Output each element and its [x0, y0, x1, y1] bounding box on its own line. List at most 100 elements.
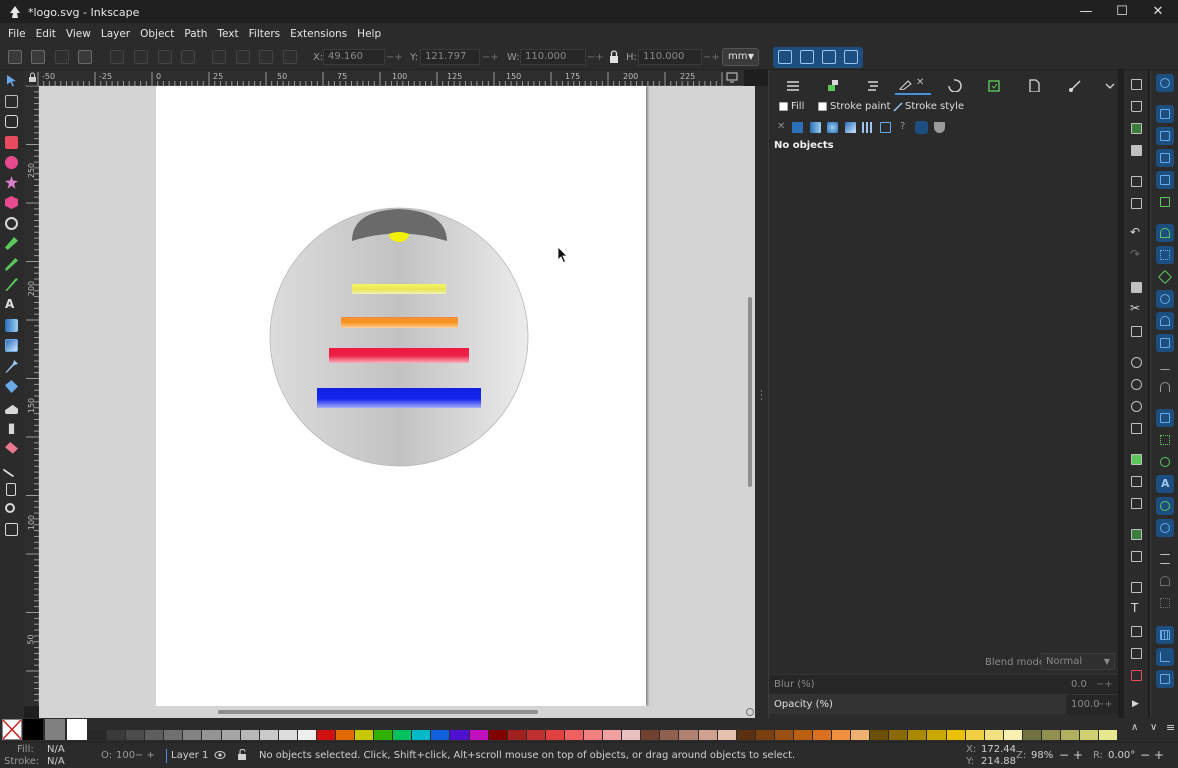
palette-swatch[interactable]: [622, 730, 641, 740]
print-icon[interactable]: [1131, 145, 1142, 156]
zoom-stepper[interactable]: − +: [1059, 748, 1083, 762]
stroke-paint-checkbox[interactable]: [818, 102, 827, 111]
touch-select-icon[interactable]: [78, 50, 92, 64]
logo-yellow-bar[interactable]: [352, 284, 446, 294]
blur-stepper[interactable]: −+: [1096, 679, 1113, 690]
palette-swatch[interactable]: [488, 730, 507, 740]
rotate-cw-icon[interactable]: [134, 50, 148, 64]
menu-layer[interactable]: Layer: [101, 28, 130, 40]
w-field[interactable]: 110.000: [520, 49, 586, 65]
pages-tool-icon[interactable]: [6, 483, 16, 496]
swatch-icon[interactable]: [880, 122, 891, 133]
palette-swatch[interactable]: [164, 730, 183, 740]
marker-icon[interactable]: [915, 121, 928, 134]
export-icon[interactable]: [1131, 198, 1142, 209]
palette-swatch[interactable]: [526, 730, 545, 740]
undo-icon[interactable]: ↶: [1130, 225, 1140, 239]
document-page[interactable]: [156, 86, 646, 706]
snap-page-border-icon[interactable]: [1156, 550, 1174, 568]
stroke-style-label[interactable]: Stroke style: [905, 101, 964, 112]
palette-swatch[interactable]: [469, 730, 488, 740]
flip-horizontal-icon[interactable]: [158, 50, 172, 64]
snap-nodes-icon[interactable]: [1156, 224, 1174, 242]
palette-swatch[interactable]: [259, 730, 278, 740]
snap-bbox-icon[interactable]: [1156, 105, 1174, 123]
menu-path[interactable]: Path: [184, 28, 207, 40]
x-field[interactable]: 49.160: [323, 49, 385, 65]
pen-tool-icon[interactable]: [5, 237, 18, 250]
canvas[interactable]: [39, 86, 743, 706]
palette-swatch[interactable]: [278, 730, 297, 740]
palette-swatch[interactable]: [1099, 730, 1118, 740]
fill-indicator-value[interactable]: N/A: [47, 744, 65, 755]
rotation-stepper[interactable]: − +: [1140, 748, 1164, 762]
zoom-tool-icon[interactable]: [5, 503, 15, 513]
zoom-page-width-icon[interactable]: [1131, 423, 1142, 434]
menu-object[interactable]: Object: [140, 28, 174, 40]
redo-icon[interactable]: ↷: [1130, 247, 1140, 261]
horizontal-ruler[interactable]: -50 -25 0 25 50 75 100 125 150 175 200 2…: [24, 70, 744, 86]
text-tool-icon[interactable]: A: [5, 297, 14, 311]
menu-help[interactable]: Help: [357, 28, 381, 40]
xml-dialog-icon[interactable]: [1131, 648, 1142, 659]
palette-swatch[interactable]: [965, 730, 984, 740]
star-tool-icon[interactable]: [5, 176, 18, 189]
rotate-ccw-icon[interactable]: [110, 50, 124, 64]
radial-gradient-icon[interactable]: [827, 122, 838, 133]
snap-midpoints-icon[interactable]: [1156, 334, 1174, 352]
palette-swatch[interactable]: [297, 730, 316, 740]
transform-tab-icon[interactable]: [946, 78, 962, 92]
snap-path-mask-icon[interactable]: [1156, 497, 1174, 515]
menu-view[interactable]: View: [66, 28, 91, 40]
vertical-scrollbar-thumb[interactable]: [748, 297, 752, 487]
palette-swatch[interactable]: [1022, 730, 1041, 740]
move-patterns-icon[interactable]: [844, 50, 858, 64]
palette-swatch[interactable]: [851, 730, 870, 740]
open-file-icon[interactable]: [1131, 101, 1142, 112]
palette-swatches[interactable]: [88, 730, 1118, 740]
menu-filters[interactable]: Filters: [249, 28, 280, 40]
close-tab-icon[interactable]: ✕: [916, 77, 924, 88]
stroke-paint-label[interactable]: Stroke paint: [830, 101, 891, 112]
fill-stroke-dialog-icon[interactable]: [1131, 582, 1142, 593]
palette-swatch[interactable]: [564, 730, 584, 740]
shape-builder-icon[interactable]: [5, 115, 18, 128]
eye-icon[interactable]: [214, 750, 226, 760]
menu-edit[interactable]: Edit: [36, 28, 56, 40]
blur-value[interactable]: 0.0: [1071, 679, 1087, 690]
palette-swatch[interactable]: [145, 730, 164, 740]
palette-swatch[interactable]: [393, 730, 412, 740]
gray-swatch[interactable]: [45, 719, 65, 740]
snap-intersections-icon[interactable]: [1156, 268, 1174, 286]
3d-box-tool-icon[interactable]: [5, 196, 18, 209]
text-dialog-icon[interactable]: T: [1131, 601, 1138, 615]
snap-bbox-edges-icon[interactable]: [1156, 127, 1174, 145]
cut-icon[interactable]: ✂: [1130, 301, 1140, 315]
export-tab-icon[interactable]: [986, 78, 1002, 92]
snap-smooth-nodes-icon[interactable]: [1156, 312, 1174, 330]
palette-swatch[interactable]: [221, 730, 240, 740]
snap-text-baseline-icon[interactable]: A: [1156, 475, 1174, 493]
drag-handle-icon[interactable]: · · ·: [760, 388, 763, 405]
x-stepper[interactable]: −+: [386, 52, 403, 63]
logo-circle[interactable]: [269, 207, 529, 467]
ellipse-tool-icon[interactable]: [5, 156, 18, 169]
lock-icon[interactable]: [608, 50, 620, 64]
palette-swatch[interactable]: [1080, 730, 1099, 740]
palette-swatch[interactable]: [755, 730, 774, 740]
pencil-tool-icon[interactable]: [5, 258, 18, 271]
snap-perpendicular-icon[interactable]: [1156, 356, 1174, 374]
paint-bucket-tool-icon[interactable]: [5, 380, 18, 393]
snap-object-centers-icon[interactable]: [1156, 431, 1174, 449]
rotation-value[interactable]: 0.00°: [1108, 750, 1135, 761]
fill-label[interactable]: Fill: [791, 101, 804, 112]
snap-bbox-corners-icon[interactable]: [1156, 149, 1174, 167]
palette-swatch[interactable]: [679, 730, 698, 740]
palette-swatch[interactable]: [1003, 730, 1022, 740]
zoom-page-icon[interactable]: [1131, 401, 1142, 412]
fill-checkbox[interactable]: [779, 102, 788, 111]
zoom-selection-icon[interactable]: [1131, 357, 1142, 368]
palette-swatch[interactable]: [793, 730, 812, 740]
objects-tab-icon[interactable]: [1067, 78, 1083, 92]
palette-swatch[interactable]: [717, 730, 736, 740]
